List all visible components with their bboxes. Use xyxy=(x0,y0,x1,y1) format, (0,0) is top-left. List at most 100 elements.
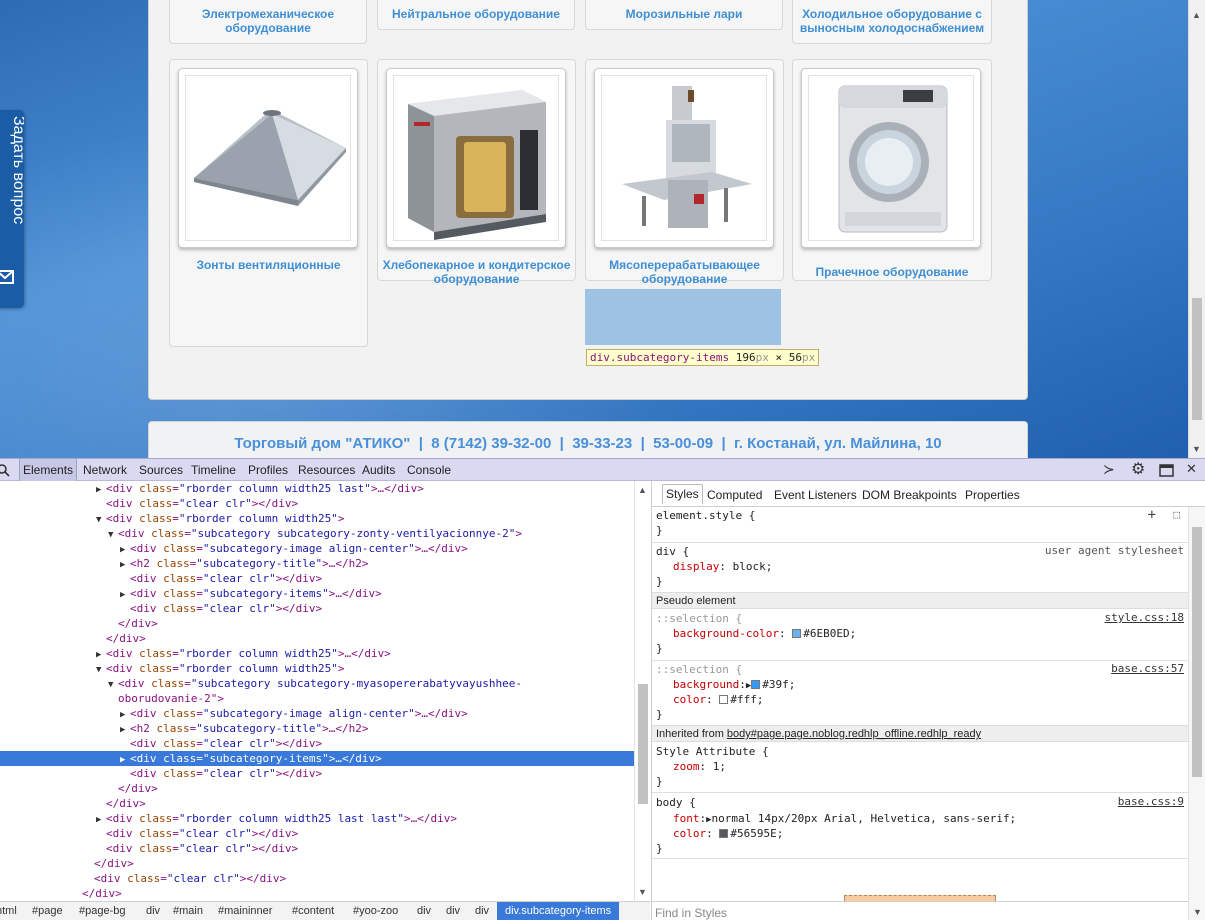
tab-dom-breakpoints[interactable]: DOM Breakpoints xyxy=(862,486,957,506)
console-drawer-icon[interactable]: ≻ xyxy=(1103,461,1115,478)
page-scrollbar[interactable]: ▲ ▼ xyxy=(1188,0,1205,458)
breadcrumb-item[interactable]: #page-bg xyxy=(79,902,126,920)
selector[interactable]: div { xyxy=(656,544,689,559)
breadcrumb-item[interactable]: #page xyxy=(32,902,63,920)
dom-node[interactable]: ▶ <div class="subcategory-image align-cen… xyxy=(0,541,634,556)
tab-elements[interactable]: Elements xyxy=(19,459,78,481)
property-line[interactable]: background:▶ #39f; xyxy=(673,677,795,692)
scroll-down-icon[interactable]: ▼ xyxy=(1192,444,1201,454)
selector[interactable]: ::selection { xyxy=(656,662,742,677)
tab-network[interactable]: Network xyxy=(83,459,127,481)
prop-name[interactable]: color xyxy=(673,693,706,706)
category-title[interactable]: Морозильные лари xyxy=(590,7,778,21)
prop-value[interactable]: normal 14px/20px Arial, Helvetica, sans-… xyxy=(712,812,1017,825)
category-title[interactable]: Холодильное оборудование с выносным холо… xyxy=(797,7,987,35)
tab-sources[interactable]: Sources xyxy=(139,459,183,481)
tab-console[interactable]: Console xyxy=(407,459,451,481)
ask-question-tab[interactable]: Задать вопрос xyxy=(0,110,24,308)
elements-scrollbar[interactable]: ▲ ▼ xyxy=(634,481,650,901)
category-image-frame[interactable] xyxy=(594,68,774,248)
dom-node[interactable]: ▶ <div class="rborder column width25 last… xyxy=(0,811,634,826)
dom-node[interactable]: ▶ <div class="subcategory-image align-cen… xyxy=(0,706,634,721)
dom-node[interactable]: </div> xyxy=(0,781,634,796)
tab-resources[interactable]: Resources xyxy=(298,459,355,481)
category-title[interactable]: Электромеханическое оборудование xyxy=(174,7,362,35)
source-link[interactable]: base.css:57 xyxy=(1111,662,1184,675)
prop-value[interactable]: #6EB0ED; xyxy=(803,627,856,640)
tab-styles[interactable]: Styles xyxy=(662,484,703,504)
dom-node[interactable]: ▼ <div class="rborder column width25"> xyxy=(0,661,634,676)
prop-name[interactable]: color xyxy=(673,827,706,840)
prop-name[interactable]: font xyxy=(673,812,700,825)
dom-node[interactable]: ▼ <div class="rborder column width25"> xyxy=(0,511,634,526)
tab-audits[interactable]: Audits xyxy=(362,459,395,481)
inherited-link[interactable]: body#page.page.noblog.redhlp_offline.red… xyxy=(727,728,981,740)
prop-value[interactable]: #56595E; xyxy=(730,827,783,840)
dock-icon[interactable] xyxy=(1159,464,1174,477)
breadcrumb-item[interactable]: #main xyxy=(173,902,203,920)
prop-name[interactable]: zoom xyxy=(673,760,700,773)
prop-value[interactable]: #39f; xyxy=(762,678,795,691)
dom-node[interactable]: ▶ <div class="rborder column width25 last… xyxy=(0,481,634,496)
selector[interactable]: element.style { xyxy=(656,508,755,523)
category-card[interactable]: Нейтральное оборудование xyxy=(377,0,575,30)
category-image-frame[interactable] xyxy=(386,68,566,248)
prop-name[interactable]: background xyxy=(673,678,739,691)
dom-node[interactable]: </div> xyxy=(0,856,634,871)
styles-scroll-thumb[interactable] xyxy=(1192,527,1202,777)
prop-value[interactable]: #fff; xyxy=(730,693,763,706)
close-icon[interactable]: ✕ xyxy=(1186,461,1197,477)
dom-node-selected[interactable]: ▶ <div class="subcategory-items">…</div> xyxy=(0,751,634,766)
breadcrumb-item[interactable]: #maininner xyxy=(218,902,272,920)
dom-node[interactable]: <div class="clear clr"></div> xyxy=(0,826,634,841)
dom-node[interactable]: ▼ <div class="subcategory subcategory-mya… xyxy=(0,676,634,691)
dom-node[interactable]: <div class="clear clr"></div> xyxy=(0,601,634,616)
breadcrumb-item[interactable]: div xyxy=(475,902,489,920)
tab-properties[interactable]: Properties xyxy=(965,486,1020,506)
selector[interactable]: Style Attribute { xyxy=(656,744,769,759)
color-swatch[interactable] xyxy=(719,829,729,838)
category-image-frame[interactable] xyxy=(178,68,358,248)
dom-node[interactable]: </div> xyxy=(0,796,634,811)
find-in-styles-input[interactable]: Find in Styles xyxy=(652,901,1188,920)
category-card[interactable]: Электромеханическое оборудование xyxy=(169,0,367,44)
dom-node[interactable]: <div class="clear clr"></div> xyxy=(0,496,634,511)
rule-body[interactable]: body { base.css:9 font:▶normal 14px/20px… xyxy=(652,793,1188,859)
rule-style-attribute[interactable]: Style Attribute { zoom: 1; } xyxy=(652,743,1188,793)
tab-event-listeners[interactable]: Event Listeners xyxy=(774,486,857,506)
scroll-down-icon[interactable]: ▼ xyxy=(1193,907,1202,917)
category-title[interactable]: Зонты вентиляционные xyxy=(174,258,363,272)
scroll-up-icon[interactable]: ▲ xyxy=(1192,10,1201,20)
dom-node[interactable]: </div> xyxy=(0,886,634,901)
dom-node[interactable]: <div class="clear clr"></div> xyxy=(0,766,634,781)
rule-div-ua[interactable]: div { user agent stylesheet display: blo… xyxy=(652,543,1188,595)
category-title[interactable]: Хлебопекарное и кондитерское оборудовани… xyxy=(382,258,571,286)
prop-value[interactable]: 1; xyxy=(713,760,726,773)
breadcrumb-item[interactable]: div xyxy=(146,902,160,920)
property-line[interactable]: background-color: #6EB0ED; xyxy=(673,626,856,641)
tab-profiles[interactable]: Profiles xyxy=(248,459,288,481)
scroll-up-icon[interactable]: ▲ xyxy=(638,485,647,495)
dom-node[interactable]: ▶ <h2 class="subcategory-title">…</h2> xyxy=(0,556,634,571)
add-rule-icon[interactable]: + xyxy=(1148,507,1156,523)
breadcrumb-item-selected[interactable]: div.subcategory-items xyxy=(497,902,620,920)
color-swatch[interactable] xyxy=(792,629,802,638)
prop-name[interactable]: background-color xyxy=(673,627,779,640)
breadcrumb-item[interactable]: div xyxy=(417,902,431,920)
rule-element-style[interactable]: element.style { + ⬚ } xyxy=(652,507,1188,543)
dom-node[interactable]: <div class="clear clr"></div> xyxy=(0,736,634,751)
breadcrumb-item[interactable]: #content xyxy=(292,902,334,920)
source-link[interactable]: style.css:18 xyxy=(1105,611,1184,624)
dom-node[interactable]: oborudovanie-2"> xyxy=(0,691,634,706)
color-swatch[interactable] xyxy=(751,680,761,689)
property-line[interactable]: color: #56595E; xyxy=(673,826,783,841)
dom-node[interactable]: <div class="clear clr"></div> xyxy=(0,871,634,886)
dom-node[interactable]: </div> xyxy=(0,616,634,631)
rule-selection-base-css[interactable]: ::selection { base.css:57 background:▶ #3… xyxy=(652,661,1188,731)
dom-node[interactable]: ▶ <h2 class="subcategory-title">…</h2> xyxy=(0,721,634,736)
breadcrumb-item[interactable]: html xyxy=(0,902,17,920)
category-card[interactable]: Морозильные лари xyxy=(585,0,783,30)
selector[interactable]: body { xyxy=(656,795,696,810)
rule-selection-style-css[interactable]: ::selection { style.css:18 background-co… xyxy=(652,610,1188,661)
tab-computed[interactable]: Computed xyxy=(707,486,762,506)
